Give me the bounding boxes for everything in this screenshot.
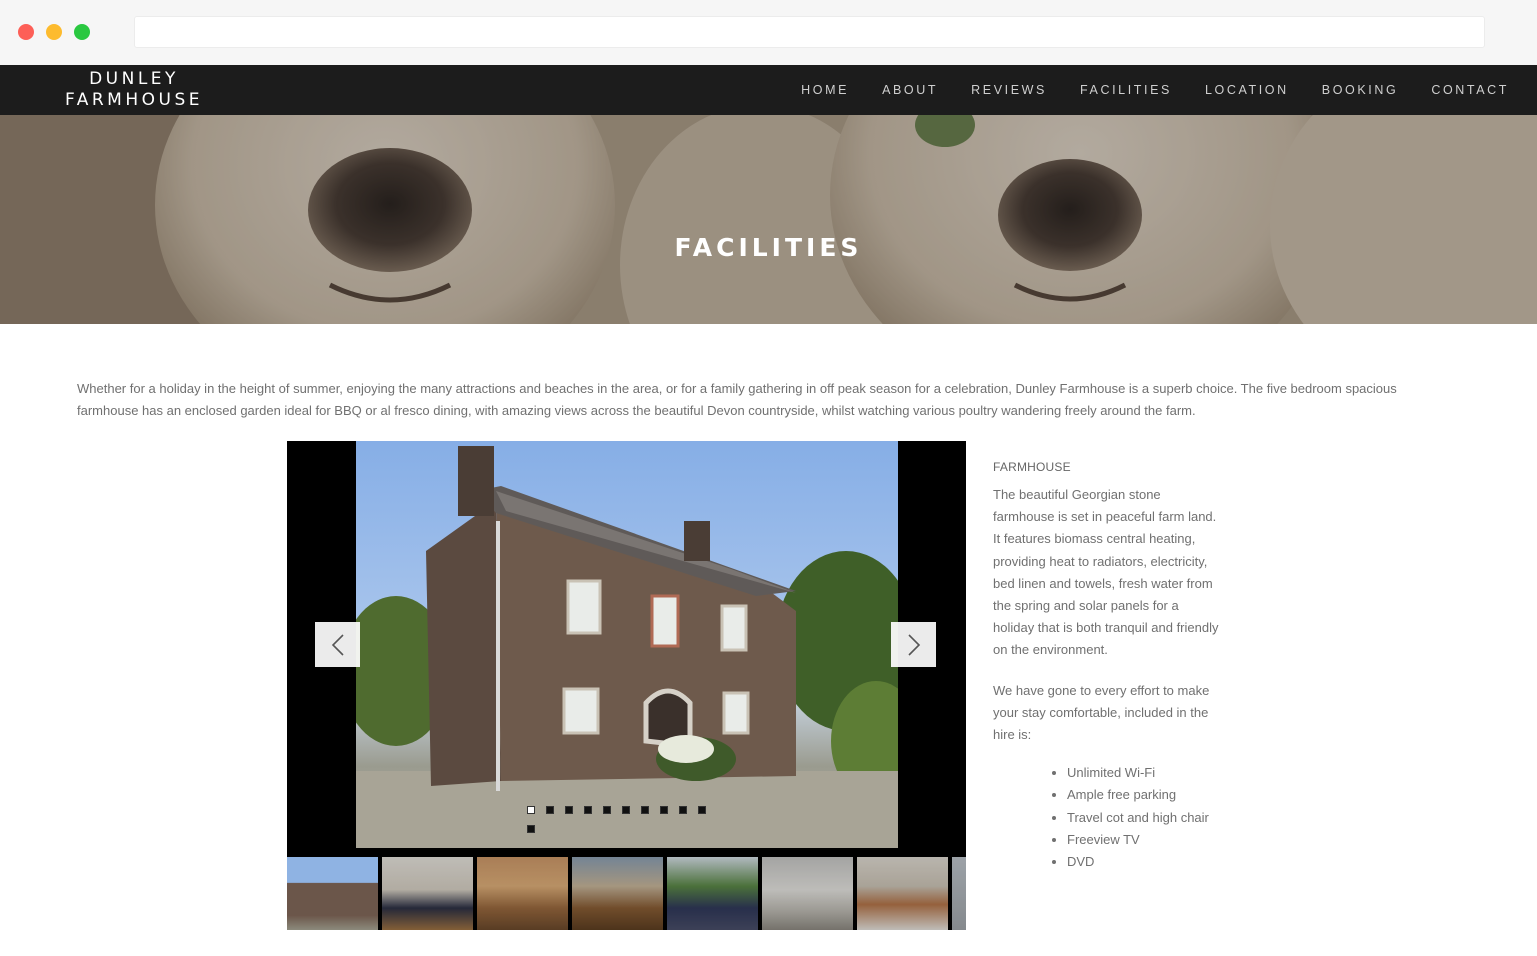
slider-bullet[interactable]	[679, 806, 687, 814]
nav-about[interactable]: ABOUT	[882, 83, 938, 97]
slider-bullet[interactable]	[641, 806, 649, 814]
farmhouse-info: FARMHOUSE The beautiful Georgian stone f…	[993, 460, 1223, 873]
slide-farmhouse-photo[interactable]	[356, 441, 898, 848]
chevron-left-icon	[331, 633, 344, 656]
nav-facilities[interactable]: FACILITIES	[1080, 83, 1172, 97]
slider-bullet[interactable]	[546, 806, 554, 814]
thumbnail-sunroom[interactable]	[667, 857, 758, 930]
amenities-list: Unlimited Wi-Fi Ample free parking Trave…	[993, 762, 1223, 873]
amenity-item: DVD	[1067, 851, 1223, 873]
hero-banner: FACILITIES	[0, 115, 1537, 324]
slider-bullet[interactable]	[565, 806, 573, 814]
slider-next-button[interactable]	[891, 622, 936, 667]
amenity-item: Travel cot and high chair	[1067, 807, 1223, 829]
farmhouse-description: The beautiful Georgian stone farmhouse i…	[993, 487, 1219, 658]
logo-line-2: FARMHOUSE	[65, 90, 203, 110]
chevron-right-icon	[907, 633, 920, 656]
nav-location[interactable]: LOCATION	[1205, 83, 1289, 97]
amenity-item: Freeview TV	[1067, 829, 1223, 851]
intro-paragraph: Whether for a holiday in the height of s…	[77, 381, 1397, 418]
logo-line-1: DUNLEY	[89, 69, 179, 89]
slider-bullet[interactable]	[527, 825, 535, 833]
address-bar[interactable]	[134, 16, 1485, 48]
farmhouse-photo	[356, 446, 898, 848]
thumbnail-bedroom-2[interactable]	[857, 857, 948, 930]
nav-home[interactable]: HOME	[801, 83, 849, 97]
main-nav: HOME ABOUT REVIEWS FACILITIES LOCATION B…	[768, 65, 1509, 115]
thumbnail-bedroom-1[interactable]	[762, 857, 853, 930]
thumbnail-living-room[interactable]	[382, 857, 473, 930]
nav-booking[interactable]: BOOKING	[1322, 83, 1399, 97]
slider-pagination	[527, 806, 717, 844]
image-slider	[287, 441, 966, 857]
thumbnail-kitchen-table[interactable]	[572, 857, 663, 930]
amenity-item: Unlimited Wi-Fi	[1067, 762, 1223, 784]
nav-reviews[interactable]: REVIEWS	[971, 83, 1047, 97]
slider-thumbnails	[287, 857, 966, 930]
farmhouse-included-intro: We have gone to every effort to make you…	[993, 682, 1210, 743]
farmhouse-heading: FARMHOUSE	[993, 460, 1071, 474]
thumbnail-dining-room[interactable]	[477, 857, 568, 930]
slider-bullet[interactable]	[622, 806, 630, 814]
amenity-item: Ample free parking	[1067, 784, 1223, 806]
slider-bullet[interactable]	[698, 806, 706, 814]
nav-contact[interactable]: CONTACT	[1431, 83, 1509, 97]
thumbnail-more[interactable]	[952, 857, 966, 930]
site-logo[interactable]: DUNLEY FARMHOUSE	[60, 69, 208, 111]
close-window-button[interactable]	[18, 24, 34, 40]
slider-bullet[interactable]	[527, 806, 535, 814]
thumbnail-exterior[interactable]	[287, 857, 378, 930]
slider-bullet[interactable]	[603, 806, 611, 814]
slider-prev-button[interactable]	[315, 622, 360, 667]
site-header: DUNLEY FARMHOUSE HOME ABOUT REVIEWS FACI…	[0, 65, 1537, 115]
maximize-window-button[interactable]	[74, 24, 90, 40]
browser-chrome	[0, 0, 1537, 65]
page-title: FACILITIES	[674, 233, 863, 262]
minimize-window-button[interactable]	[46, 24, 62, 40]
slider-bullet[interactable]	[660, 806, 668, 814]
slider-bullet[interactable]	[584, 806, 592, 814]
